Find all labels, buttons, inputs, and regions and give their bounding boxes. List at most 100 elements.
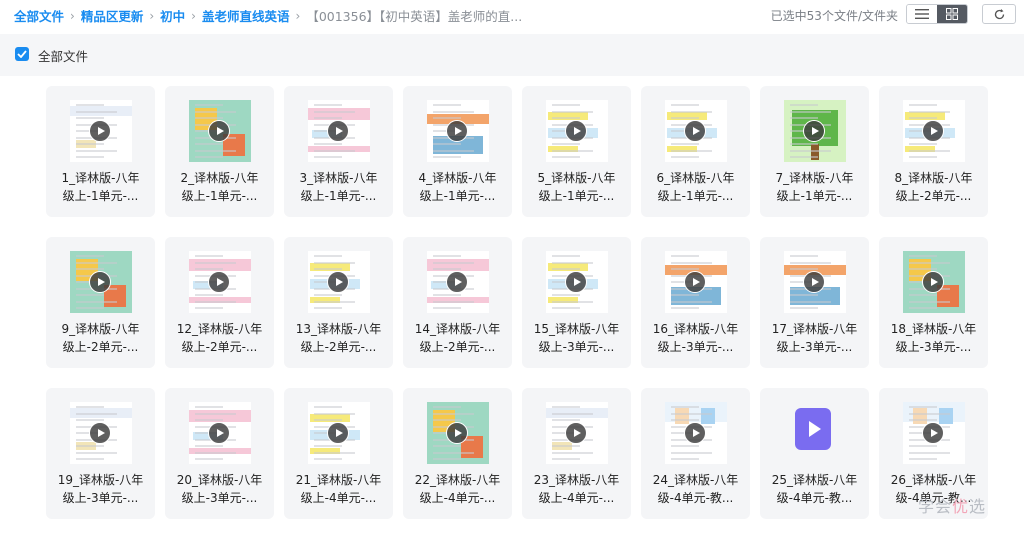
play-icon[interactable] — [89, 422, 111, 444]
select-all-checkbox[interactable] — [15, 47, 29, 61]
file-name: 17_译林版-八年 级上-3单元-... — [764, 320, 865, 356]
breadcrumb-item-junior-high[interactable]: 初中 — [160, 6, 185, 25]
file-card[interactable]: 12_译林版-八年 级上-2单元-... — [165, 237, 274, 368]
file-card[interactable]: 19_译林版-八年 级上-3单元-... — [46, 388, 155, 519]
file-name: 7_译林版-八年 级上-1单元-... — [764, 169, 865, 205]
file-card[interactable]: 17_译林版-八年 级上-3单元-... — [760, 237, 869, 368]
play-icon[interactable] — [565, 271, 587, 293]
play-icon[interactable] — [684, 120, 706, 142]
breadcrumb-separator-icon: › — [70, 8, 75, 23]
file-name: 18_译林版-八年 级上-3单元-... — [883, 320, 984, 356]
file-name: 24_译林版-八年 级-4单元-教... — [645, 471, 746, 507]
file-name-line2: 级上-1单元-... — [300, 189, 377, 203]
file-card[interactable]: 22_译林版-八年 级上-4单元-... — [403, 388, 512, 519]
file-card[interactable]: 7_译林版-八年 级上-1单元-... — [760, 86, 869, 217]
file-card[interactable]: 1_译林版-八年 级上-1单元-... — [46, 86, 155, 217]
file-card[interactable]: 9_译林版-八年 级上-2单元-... — [46, 237, 155, 368]
file-name: 4_译林版-八年 级上-1单元-... — [407, 169, 508, 205]
file-card[interactable]: 25_译林版-八年 级-4单元-教... — [760, 388, 869, 519]
file-card[interactable]: 21_译林版-八年 级上-4单元-... — [284, 388, 393, 519]
file-name-line1: 26_译林版-八年 — [890, 473, 977, 487]
file-card[interactable]: 15_译林版-八年 级上-3单元-... — [522, 237, 631, 368]
file-name: 16_译林版-八年 级上-3单元-... — [645, 320, 746, 356]
file-name-line1: 8_译林版-八年 — [894, 171, 973, 185]
play-icon[interactable] — [446, 120, 468, 142]
file-name-line1: 7_译林版-八年 — [775, 171, 854, 185]
file-card[interactable]: 2_译林版-八年 级上-1单元-... — [165, 86, 274, 217]
play-icon[interactable] — [922, 271, 944, 293]
play-icon[interactable] — [89, 271, 111, 293]
file-name: 15_译林版-八年 级上-3单元-... — [526, 320, 627, 356]
file-name-line1: 14_译林版-八年 — [414, 322, 501, 336]
play-icon[interactable] — [922, 422, 944, 444]
file-name-line2: 级上-1单元-... — [181, 189, 258, 203]
file-card[interactable]: 24_译林版-八年 级-4单元-教... — [641, 388, 750, 519]
file-name-line2: 级上-3单元-... — [657, 340, 734, 354]
play-icon[interactable] — [208, 120, 230, 142]
select-all-label: 全部文件 — [38, 49, 89, 64]
file-name-line2: 级上-2单元-... — [62, 340, 139, 354]
file-name: 1_译林版-八年 级上-1单元-... — [50, 169, 151, 205]
grid-view-button[interactable] — [937, 5, 967, 23]
watermark: 学会优选 — [918, 497, 987, 516]
list-view-button[interactable] — [907, 5, 937, 23]
file-name: 25_译林版-八年 级-4单元-教... — [764, 471, 865, 507]
refresh-button[interactable] — [982, 4, 1016, 24]
file-name-line1: 2_译林版-八年 — [180, 171, 259, 185]
file-name: 9_译林版-八年 级上-2单元-... — [50, 320, 151, 356]
file-name: 20_译林版-八年 级上-3单元-... — [169, 471, 270, 507]
file-card[interactable]: 6_译林版-八年 级上-1单元-... — [641, 86, 750, 217]
file-card[interactable]: 16_译林版-八年 级上-3单元-... — [641, 237, 750, 368]
file-name-line2: 级-4单元-教... — [776, 491, 853, 505]
breadcrumb-item-teacher-folder[interactable]: 盖老师直线英语 — [202, 6, 290, 25]
file-name-line1: 16_译林版-八年 — [652, 322, 739, 336]
top-bar: 全部文件 › 精品区更新 › 初中 › 盖老师直线英语 › 【001356】【初… — [0, 0, 1024, 30]
play-icon[interactable] — [89, 120, 111, 142]
file-card[interactable]: 8_译林版-八年 级上-2单元-... — [879, 86, 988, 217]
file-name-line1: 5_译林版-八年 — [537, 171, 616, 185]
file-card[interactable]: 18_译林版-八年 级上-3单元-... — [879, 237, 988, 368]
play-icon[interactable] — [684, 271, 706, 293]
play-icon[interactable] — [565, 120, 587, 142]
play-icon[interactable] — [684, 422, 706, 444]
file-name: 5_译林版-八年 级上-1单元-... — [526, 169, 627, 205]
grid-icon — [946, 8, 958, 20]
file-name-line1: 6_译林版-八年 — [656, 171, 735, 185]
file-name-line2: 级上-3单元-... — [538, 340, 615, 354]
file-name-line1: 19_译林版-八年 — [57, 473, 144, 487]
file-card[interactable]: 13_译林版-八年 级上-2单元-... — [284, 237, 393, 368]
breadcrumb-item-featured[interactable]: 精品区更新 — [81, 6, 144, 25]
play-icon[interactable] — [327, 271, 349, 293]
file-name-line2: 级上-2单元-... — [895, 189, 972, 203]
file-card[interactable]: 3_译林版-八年 级上-1单元-... — [284, 86, 393, 217]
play-icon[interactable] — [208, 422, 230, 444]
file-card[interactable]: 5_译林版-八年 级上-1单元-... — [522, 86, 631, 217]
file-name-line1: 1_译林版-八年 — [61, 171, 140, 185]
file-card[interactable]: 23_译林版-八年 级上-4单元-... — [522, 388, 631, 519]
breadcrumb-item-all-files[interactable]: 全部文件 — [14, 6, 64, 25]
file-name-line1: 23_译林版-八年 — [533, 473, 620, 487]
play-icon[interactable] — [327, 120, 349, 142]
file-name-line1: 22_译林版-八年 — [414, 473, 501, 487]
play-icon[interactable] — [446, 422, 468, 444]
play-icon[interactable] — [208, 271, 230, 293]
file-card[interactable]: 14_译林版-八年 级上-2单元-... — [403, 237, 512, 368]
file-name-line1: 25_译林版-八年 — [771, 473, 858, 487]
file-name-line2: 级上-1单元-... — [538, 189, 615, 203]
file-card[interactable]: 20_译林版-八年 级上-3单元-... — [165, 388, 274, 519]
file-name-line2: 级上-2单元-... — [181, 340, 258, 354]
play-icon[interactable] — [803, 120, 825, 142]
play-icon[interactable] — [803, 271, 825, 293]
play-icon[interactable] — [565, 422, 587, 444]
breadcrumb-separator-icon: › — [295, 8, 301, 23]
file-name-line2: 级上-4单元-... — [419, 491, 496, 505]
play-icon[interactable] — [327, 422, 349, 444]
file-name-line2: 级上-3单元-... — [895, 340, 972, 354]
file-name-line1: 18_译林版-八年 — [890, 322, 977, 336]
file-name-line2: 级上-1单元-... — [419, 189, 496, 203]
file-name-line2: 级上-1单元-... — [657, 189, 734, 203]
file-name-line2: 级上-2单元-... — [300, 340, 377, 354]
play-icon[interactable] — [446, 271, 468, 293]
play-icon[interactable] — [922, 120, 944, 142]
file-card[interactable]: 4_译林版-八年 级上-1单元-... — [403, 86, 512, 217]
